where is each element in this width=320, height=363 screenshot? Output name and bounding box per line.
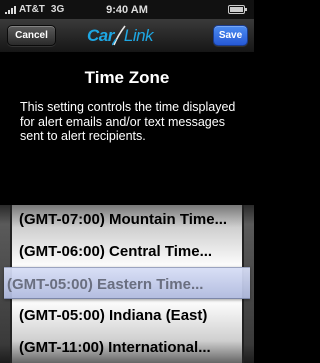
- logo-word-link: Link: [123, 26, 154, 45]
- save-button[interactable]: Save: [213, 25, 248, 46]
- carlink-logo: Car Link: [87, 25, 154, 47]
- description-text: This setting controls the time displayed…: [20, 100, 236, 143]
- timezone-picker[interactable]: (GMT-07:00) Mountain Time... (GMT-06:00)…: [0, 205, 254, 363]
- picker-option[interactable]: (GMT-07:00) Mountain Time...: [12, 205, 242, 235]
- cancel-button[interactable]: Cancel: [7, 25, 56, 46]
- status-bar: AT&T 3G 9:40 AM: [0, 0, 254, 19]
- picker-selection-bar[interactable]: (GMT-05:00) Eastern Time...: [4, 267, 250, 299]
- page-title: Time Zone: [84, 68, 170, 87]
- navigation-bar: Cancel Car Link Save: [0, 19, 254, 53]
- main-content: Time Zone This setting controls the time…: [0, 53, 254, 205]
- picker-selected-option[interactable]: (GMT-05:00) Eastern Time...: [4, 268, 250, 300]
- status-time: 9:40 AM: [106, 4, 148, 16]
- picker-option[interactable]: (GMT-11:00) International...: [12, 331, 242, 363]
- picker-option[interactable]: (GMT-06:00) Central Time...: [12, 235, 242, 267]
- picker-option[interactable]: (GMT-05:00) Indiana (East): [12, 299, 242, 331]
- battery-icon: [228, 5, 247, 14]
- logo-word-car: Car: [87, 26, 114, 45]
